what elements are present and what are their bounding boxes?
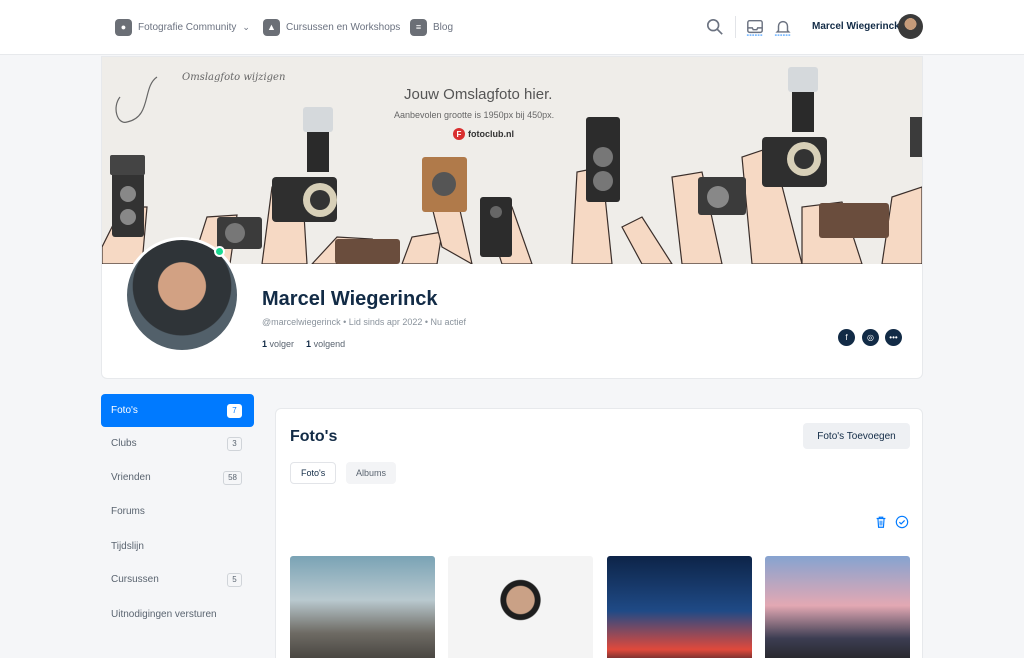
following-label: volgend: [313, 339, 346, 349]
count-badge: 3: [227, 436, 242, 451]
avatar[interactable]: [898, 14, 923, 39]
sidebar-item-clubs[interactable]: Clubs 3: [101, 427, 254, 460]
count-badge: 7: [227, 403, 242, 418]
nav-separator: [735, 16, 736, 38]
following-count: 1: [306, 339, 312, 349]
tab-fotos[interactable]: Foto's: [290, 462, 337, 484]
nav-item-label: Fotografie Community: [138, 21, 237, 33]
sidebar-item-forums[interactable]: Forums: [101, 495, 254, 528]
nav-item-label: Blog: [433, 21, 454, 33]
trash-icon[interactable]: [874, 515, 888, 529]
sidebar-item-vrienden[interactable]: Vrienden 58: [101, 461, 254, 494]
blog-icon: ≡: [410, 18, 427, 36]
bell-icon[interactable]: [774, 18, 792, 36]
sidebar-item-label: Foto's: [111, 405, 138, 416]
followers-label: volger: [269, 339, 295, 349]
followers-stat[interactable]: 1 volger: [262, 339, 294, 349]
add-photos-button[interactable]: Foto's Toevoegen: [803, 423, 910, 449]
fotoclub-logo-icon: F: [453, 128, 465, 140]
nav-item-blog[interactable]: ≡ Blog: [410, 17, 453, 37]
cover-photo[interactable]: Omslagfoto wijzigen Jouw Omslagfoto hier…: [102, 57, 922, 264]
sidebar-item-label: Clubs: [111, 438, 137, 449]
online-status-dot: [214, 246, 225, 257]
count-badge: 58: [223, 470, 242, 485]
sidebar-item-cursussen[interactable]: Cursussen 5: [101, 563, 254, 596]
graduation-cap-icon: ▲: [263, 18, 280, 36]
sidebar-item-tijdslijn[interactable]: Tijdslijn: [101, 530, 254, 563]
top-nav: ● Fotografie Community ⌄ ▲ Cursussen en …: [0, 0, 1024, 55]
chevron-down-icon: ⌄: [242, 21, 250, 32]
cover-edit-hint[interactable]: Omslagfoto wijzigen: [182, 72, 285, 84]
sidebar-item-label: Uitnodigingen versturen: [111, 609, 217, 620]
photos-panel: Foto's Foto's Toevoegen Foto's Albums: [275, 408, 923, 658]
nav-item-courses[interactable]: ▲ Cursussen en Workshops: [263, 17, 400, 37]
cover-logo: F fotoclub.nl: [453, 128, 514, 140]
photo-thumbnail[interactable]: [607, 556, 752, 658]
page-title: Foto's: [290, 428, 338, 445]
followers-count: 1: [262, 339, 268, 349]
tab-albums[interactable]: Albums: [346, 462, 397, 484]
cover-subtitle: Aanbevolen grootte is 1950px bij 450px.: [394, 110, 555, 120]
cover-title: Jouw Omslagfoto hier.: [404, 86, 553, 103]
cover-logo-text: fotoclub.nl: [468, 129, 514, 139]
profile-name: Marcel Wiegerinck: [262, 288, 438, 310]
select-all-check-icon[interactable]: [895, 515, 909, 529]
photo-thumbnail[interactable]: [448, 556, 593, 658]
facebook-icon[interactable]: f: [838, 329, 855, 346]
more-options-icon[interactable]: •••: [885, 329, 902, 346]
instagram-icon[interactable]: ◎: [862, 329, 879, 346]
photo-thumbnail[interactable]: [290, 556, 435, 658]
sidebar-item-label: Vrienden: [111, 472, 151, 483]
nav-item-label: Cursussen en Workshops: [286, 21, 401, 33]
search-icon[interactable]: [706, 18, 724, 36]
user-name[interactable]: Marcel Wiegerinck: [812, 21, 900, 32]
profile-card: Omslagfoto wijzigen Jouw Omslagfoto hier…: [101, 56, 923, 379]
sidebar-item-fotos[interactable]: Foto's 7: [101, 394, 254, 427]
count-badge: 5: [227, 572, 242, 587]
nav-item-community[interactable]: ● Fotografie Community ⌄: [115, 17, 250, 37]
sidebar-item-label: Tijdslijn: [111, 541, 144, 552]
inbox-icon[interactable]: [746, 18, 764, 36]
photo-thumbnail[interactable]: [765, 556, 910, 658]
sidebar-item-label: Forums: [111, 506, 145, 517]
following-stat[interactable]: 1 volgend: [306, 339, 345, 349]
profile-meta: @marcelwiegerinck • Lid sinds apr 2022 •…: [262, 317, 467, 327]
sidebar-item-uitnodigingen[interactable]: Uitnodigingen versturen: [101, 598, 254, 631]
camera-app-icon: ●: [115, 18, 132, 36]
sidebar-item-label: Cursussen: [111, 574, 159, 585]
profile-stats: 1 volger 1 volgend: [262, 339, 345, 349]
